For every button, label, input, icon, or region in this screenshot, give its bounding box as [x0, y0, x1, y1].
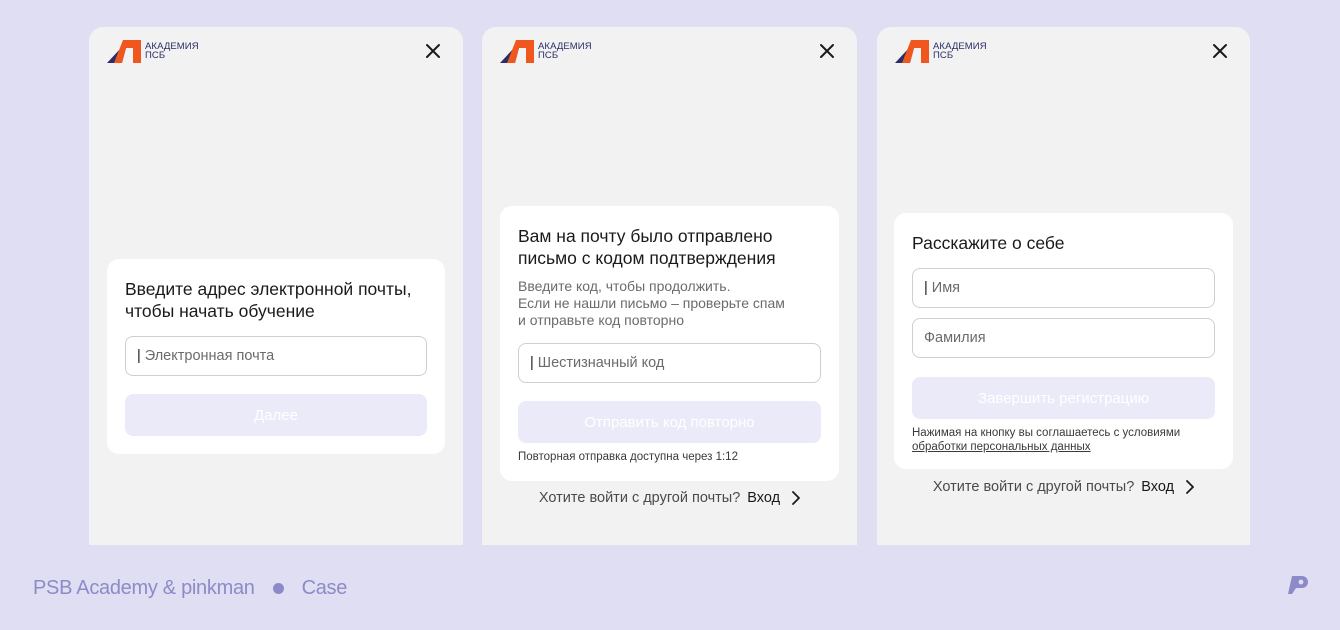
switch-email-text: Хотите войти с другой почты?	[538, 490, 741, 506]
next-button[interactable]: Далее	[125, 394, 427, 436]
psb-academy-logo: АКАДЕМИЯ ПСБ	[895, 39, 987, 63]
profile-card: Расскажите о себе | Имя Фамилия Завершить…	[894, 213, 1233, 469]
separator-dot	[272, 583, 284, 594]
card-title: Введите адрес электронной почты, чтобы н…	[125, 279, 412, 321]
switch-email-text: Хотите войти с другой почты?	[932, 479, 1135, 495]
psb-logo-icon	[107, 40, 141, 63]
pinkman-logo-icon	[1288, 576, 1308, 594]
card-title: Расскажите о себе	[912, 233, 1065, 253]
email-screen: АКАДЕМИЯ ПСБ Введите адрес электронной п…	[89, 27, 463, 545]
psb-logo-icon	[500, 40, 534, 63]
email-input[interactable]: | Электронная почта	[125, 336, 427, 376]
last-name-placeholder: Фамилия	[924, 330, 986, 346]
section-label: Case	[301, 577, 348, 599]
code-input[interactable]: | Шестизначный код	[518, 343, 821, 383]
email-card: Введите адрес электронной почты, чтобы н…	[107, 259, 445, 454]
login-link[interactable]: Вход	[747, 490, 780, 506]
chevron-right-icon[interactable]	[1186, 480, 1194, 494]
logo-line2: ПСБ	[145, 50, 166, 61]
psb-logo-icon	[895, 40, 929, 63]
profile-screen: АКАДЕМИЯ ПСБ Расскажите о себе | Имя Фами…	[877, 27, 1250, 545]
resend-code-button[interactable]: Отправить код повторно	[518, 401, 821, 443]
finish-registration-button[interactable]: Завершить регистрацию	[912, 377, 1215, 419]
personal-data-link[interactable]: обработки персональных данных	[912, 440, 1180, 454]
first-name-placeholder: Имя	[931, 280, 961, 296]
login-link[interactable]: Вход	[1141, 479, 1174, 495]
code-card: Вам на почту было отправлено письмо с ко…	[500, 206, 839, 481]
psb-academy-logo: АКАДЕМИЯ ПСБ	[107, 39, 199, 63]
close-icon[interactable]	[1212, 43, 1228, 59]
close-icon[interactable]	[819, 43, 835, 59]
logo-line2: ПСБ	[933, 50, 954, 61]
card-description: Введите код, чтобы продолжить. Если не н…	[518, 278, 785, 328]
code-screen: АКАДЕМИЯ ПСБ Вам на почту было отправлен…	[482, 27, 857, 545]
last-name-input[interactable]: Фамилия	[912, 318, 1215, 358]
case-footer: PSB Academy & pinkman Case	[33, 577, 347, 600]
agreement-note: Нажимая на кнопку вы соглашаетесь с усло…	[912, 426, 1180, 454]
agreement-text: Нажимая на кнопку вы соглашаетесь с усло…	[912, 427, 1181, 439]
first-name-input[interactable]: | Имя	[912, 268, 1215, 308]
close-icon[interactable]	[425, 43, 441, 59]
resend-timer-note: Повторная отправка доступна через 1:12	[518, 451, 738, 463]
switch-email-row: Хотите войти с другой почты? Вход	[877, 479, 1250, 495]
card-title: Вам на почту было отправлено письмо с ко…	[518, 226, 776, 268]
chevron-right-icon[interactable]	[792, 491, 800, 505]
psb-academy-logo: АКАДЕМИЯ ПСБ	[500, 39, 592, 63]
code-placeholder: Шестизначный код	[537, 355, 665, 371]
switch-email-row: Хотите войти с другой почты? Вход	[482, 490, 857, 506]
project-name: PSB Academy & pinkman	[33, 577, 255, 599]
email-placeholder: Электронная почта	[144, 348, 275, 364]
logo-line2: ПСБ	[538, 50, 559, 61]
